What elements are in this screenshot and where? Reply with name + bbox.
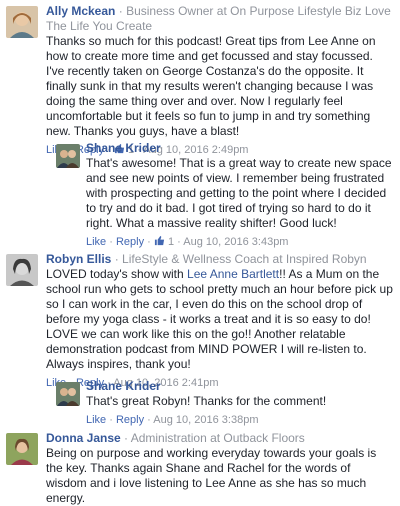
timestamp[interactable]: Aug 10, 2016 3:43pm xyxy=(183,236,288,248)
comment-author[interactable]: Donna Janse xyxy=(46,431,121,445)
reply-link[interactable]: Reply xyxy=(116,236,144,248)
reply-link[interactable]: Reply xyxy=(116,414,144,426)
comment-text: LOVED today's show with Lee Anne Bartlet… xyxy=(46,267,393,371)
comment-actions: Like · Reply · 1 · Aug 10, 2016 3:43pm xyxy=(86,235,289,248)
comment-text: That's great Robyn! Thanks for the comme… xyxy=(86,394,327,408)
avatar[interactable] xyxy=(56,382,80,406)
avatar[interactable] xyxy=(6,6,38,38)
like-link[interactable]: Like xyxy=(86,236,106,248)
like-count[interactable]: 1 xyxy=(168,236,174,248)
comment-text: Thanks so much for this podcast! Great t… xyxy=(46,34,376,63)
separator: · xyxy=(118,4,123,18)
separator: · xyxy=(114,252,119,266)
comment-actions: Like · Reply · Aug 10, 2016 3:38pm xyxy=(86,414,259,426)
comment-author[interactable]: Ally Mckean xyxy=(46,4,115,18)
like-link[interactable]: Like xyxy=(86,414,106,426)
comment-text: Being on purpose and working everyday to… xyxy=(46,446,377,505)
comment-text: I've recently taken on George Costanza's… xyxy=(46,64,374,138)
comment-author[interactable]: Robyn Ellis xyxy=(46,252,111,266)
avatar[interactable] xyxy=(56,144,80,168)
avatar[interactable] xyxy=(6,433,38,465)
avatar[interactable] xyxy=(6,254,38,286)
timestamp[interactable]: Aug 10, 2016 3:38pm xyxy=(153,414,258,426)
author-title: Administration at Outback Floors xyxy=(130,431,305,445)
comment-author[interactable]: Shane Krider xyxy=(86,379,161,393)
thumbs-up-icon xyxy=(154,235,164,246)
comment-author[interactable]: Shane Krider xyxy=(86,141,161,155)
author-title: LifeStyle & Wellness Coach at Inspired R… xyxy=(122,252,367,266)
separator: · xyxy=(124,431,129,445)
mention-link[interactable]: Lee Anne Bartlett xyxy=(187,267,279,281)
comment-text: That's awesome! That is a great way to c… xyxy=(86,156,392,230)
